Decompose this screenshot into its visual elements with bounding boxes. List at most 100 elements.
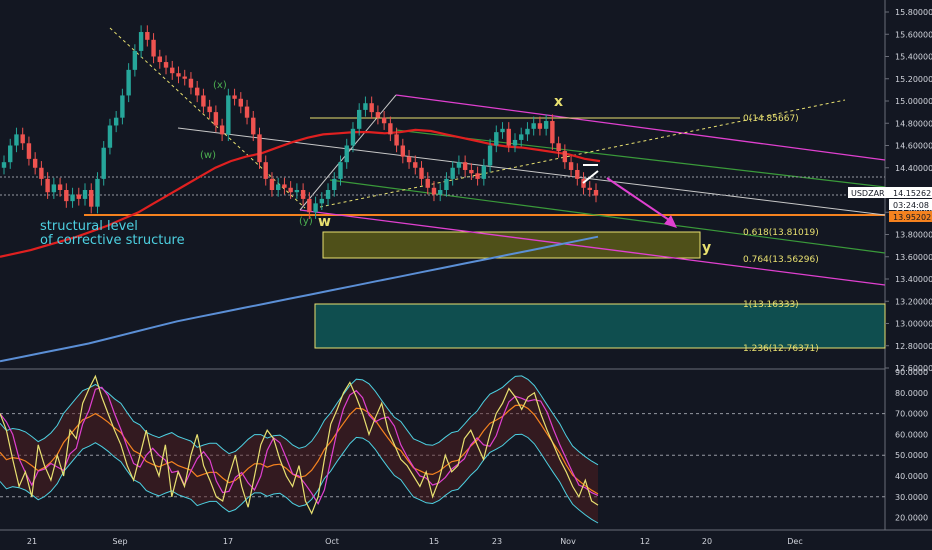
extension-zone-fib-1-1236 (314, 303, 886, 349)
candle-body (313, 203, 318, 213)
candle-body (307, 198, 312, 213)
candle-body (145, 32, 150, 40)
candle-body (562, 151, 568, 163)
price-tick-label: 13.20000 (895, 297, 932, 306)
candle-body (157, 56, 162, 63)
candle-body (369, 103, 374, 113)
oscillator-tick-label: 50.0000 (895, 451, 928, 460)
candle-body (1, 162, 7, 168)
candle-body (182, 76, 187, 79)
candle-body (462, 162, 468, 170)
candle-body (575, 169, 580, 179)
candle-body (26, 143, 32, 159)
wave-label-y: y (702, 240, 711, 256)
level-badge: 13.95202 (893, 213, 931, 222)
fib-label-0: 0(14.85667) (743, 114, 799, 124)
candle-body (512, 139, 518, 146)
candle-body (269, 178, 275, 190)
price-tick-label: 13.40000 (895, 275, 932, 284)
time-tick-label: Nov (560, 537, 576, 546)
candle-body (300, 190, 306, 199)
candle-body (82, 190, 88, 199)
candle-body (494, 132, 499, 146)
structural-level-text: structural level (40, 219, 138, 234)
candle-body (238, 98, 243, 107)
candle-body (593, 190, 599, 196)
candle-body (263, 162, 268, 179)
corrective-structure-text: of corrective structure (40, 233, 185, 248)
candle-body (332, 178, 337, 190)
oscillator-tick-label: 60.0000 (895, 430, 928, 439)
candle-body (51, 184, 57, 193)
candle-body (350, 128, 356, 146)
candle-body (550, 121, 555, 144)
oscillator-tick-label: 90.0000 (895, 368, 928, 377)
candle-body (138, 32, 144, 51)
candle-body (519, 134, 524, 140)
oscillator-tick-label: 40.0000 (895, 472, 928, 481)
candle-body (64, 190, 69, 202)
candle-body (39, 167, 44, 179)
candle-body (132, 50, 138, 70)
wave-label-w-minor: (w) (200, 150, 216, 161)
candle-body (176, 73, 181, 77)
candle-body (444, 178, 449, 190)
price-tick-label: 14.40000 (895, 164, 932, 173)
candle-body (126, 69, 131, 96)
candle-body (363, 103, 368, 110)
wave-label-w: w (318, 214, 331, 230)
candle-body (70, 194, 75, 202)
price-tick-label: 12.80000 (895, 342, 932, 351)
time-tick-label: 12 (640, 537, 650, 546)
candle-body (587, 187, 592, 190)
oscillator-tick-label: 70.0000 (895, 410, 928, 419)
candle-body (344, 145, 349, 163)
candle-body (288, 187, 293, 193)
fib-label-618: 0.618(13.81019) (743, 228, 819, 238)
price-tick-label: 15.20000 (895, 75, 932, 84)
candle-body (101, 147, 106, 179)
candle-body (14, 134, 19, 146)
candle-body (244, 106, 250, 118)
candle-body (151, 39, 156, 57)
time-tick-label: 17 (223, 537, 233, 546)
candle-body (275, 184, 281, 190)
candle-body (89, 190, 94, 207)
candle-body (120, 95, 125, 118)
price-tick-label: 15.40000 (895, 53, 932, 62)
time-tick-label: Sep (112, 537, 127, 546)
candle-body (319, 198, 325, 204)
price-tick-label: 13.00000 (895, 320, 932, 329)
candle-body (213, 112, 219, 126)
candle-body (438, 190, 443, 195)
candle-body (357, 109, 362, 129)
candle-body (325, 190, 331, 199)
candle-body (251, 117, 256, 135)
candle-body (207, 106, 212, 113)
price-badge: 14.15262 (893, 189, 931, 198)
candle-body (8, 145, 13, 163)
fib-label-1236: 1.236(12.76371) (743, 344, 819, 354)
candle-body (469, 169, 474, 174)
candle-body (531, 123, 536, 129)
wave-label-x: x (554, 94, 563, 110)
candle-body (481, 165, 487, 179)
candle-body (257, 134, 262, 163)
time-tick-label: 20 (702, 537, 712, 546)
candle-body (431, 187, 437, 195)
wave-label-y-minor: (y) (299, 216, 313, 227)
price-tick-label: 15.80000 (895, 8, 932, 17)
candle-body (394, 134, 399, 146)
candle-body (537, 123, 543, 129)
candle-body (525, 128, 530, 135)
price-tick-label: 14.60000 (895, 142, 932, 151)
candle-body (568, 162, 574, 170)
time-tick-label: 21 (27, 537, 37, 546)
candle-body (188, 78, 194, 88)
price-tick-label: 13.60000 (895, 253, 932, 262)
candle-body (487, 145, 493, 166)
time-tick-label: Oct (325, 537, 339, 546)
fib-label-764: 0.764(13.56296) (743, 255, 819, 265)
wave-label-x-minor: (x) (213, 80, 227, 91)
candle-body (381, 117, 387, 124)
